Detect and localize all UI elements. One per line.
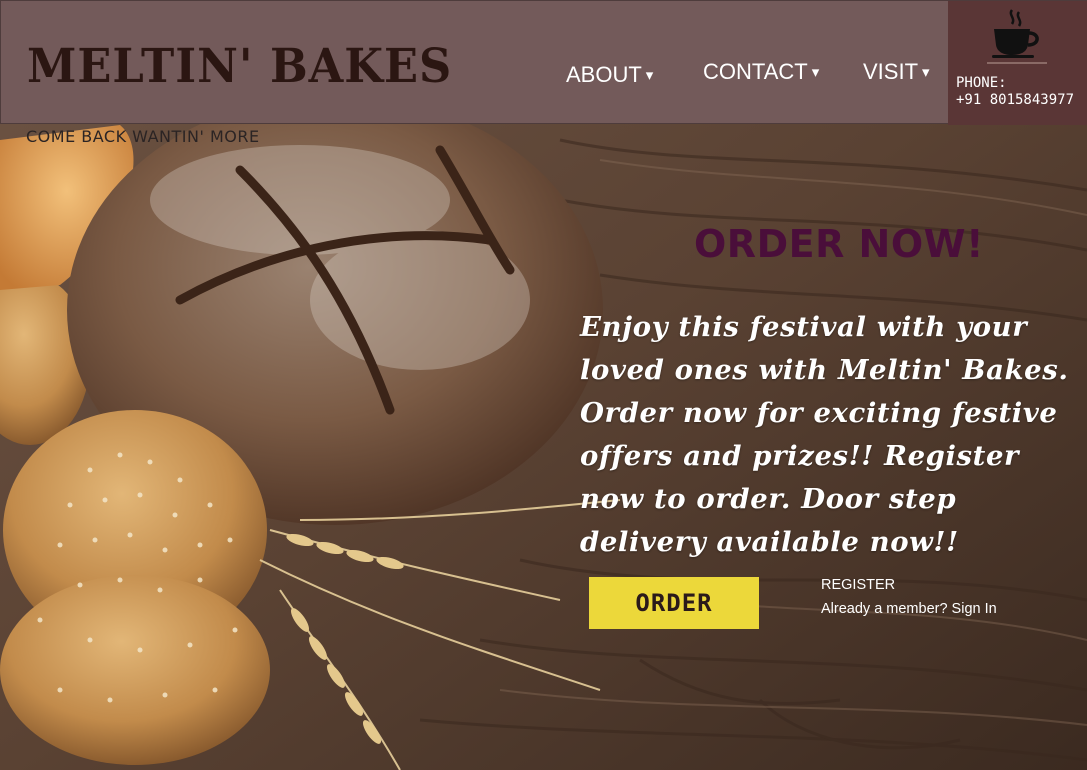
nav-about[interactable]: ABOUT ▾ (566, 62, 653, 88)
nav-visit-label: VISIT (863, 59, 919, 84)
site-header: MELTIN' BAKES ABOUT ▾ CONTACT ▾ VISIT ▾ PHO… (0, 0, 1087, 125)
brand-logo[interactable]: MELTIN' BAKES (27, 39, 452, 94)
phone-number[interactable]: +91 8015843977 (956, 92, 1074, 109)
nav-contact-label: CONTACT (703, 59, 808, 84)
phone-label: PHONE: (956, 75, 1007, 91)
tagline: COME BACK WANTIN' MORE (26, 127, 260, 146)
register-link[interactable]: REGISTER (821, 577, 895, 593)
order-button[interactable]: ORDER (589, 577, 759, 629)
sign-in-link[interactable]: Already a member? Sign In (821, 601, 997, 617)
nav-contact[interactable]: CONTACT ▾ (703, 59, 819, 85)
chevron-down-icon: ▾ (645, 67, 654, 84)
nav-visit[interactable]: VISIT ▾ (863, 59, 930, 85)
coffee-cup-icon (992, 9, 1039, 58)
phone-contact-box: PHONE: +91 8015843977 (948, 1, 1087, 125)
nav-about-label: ABOUT (566, 62, 642, 87)
order-now-headline: ORDER NOW! (694, 222, 984, 266)
chevron-down-icon: ▾ (811, 64, 820, 81)
chevron-down-icon: ▾ (922, 64, 930, 81)
promo-text: Enjoy this festival with your loved ones… (580, 311, 1069, 558)
logo-caption-mark (982, 62, 1052, 65)
